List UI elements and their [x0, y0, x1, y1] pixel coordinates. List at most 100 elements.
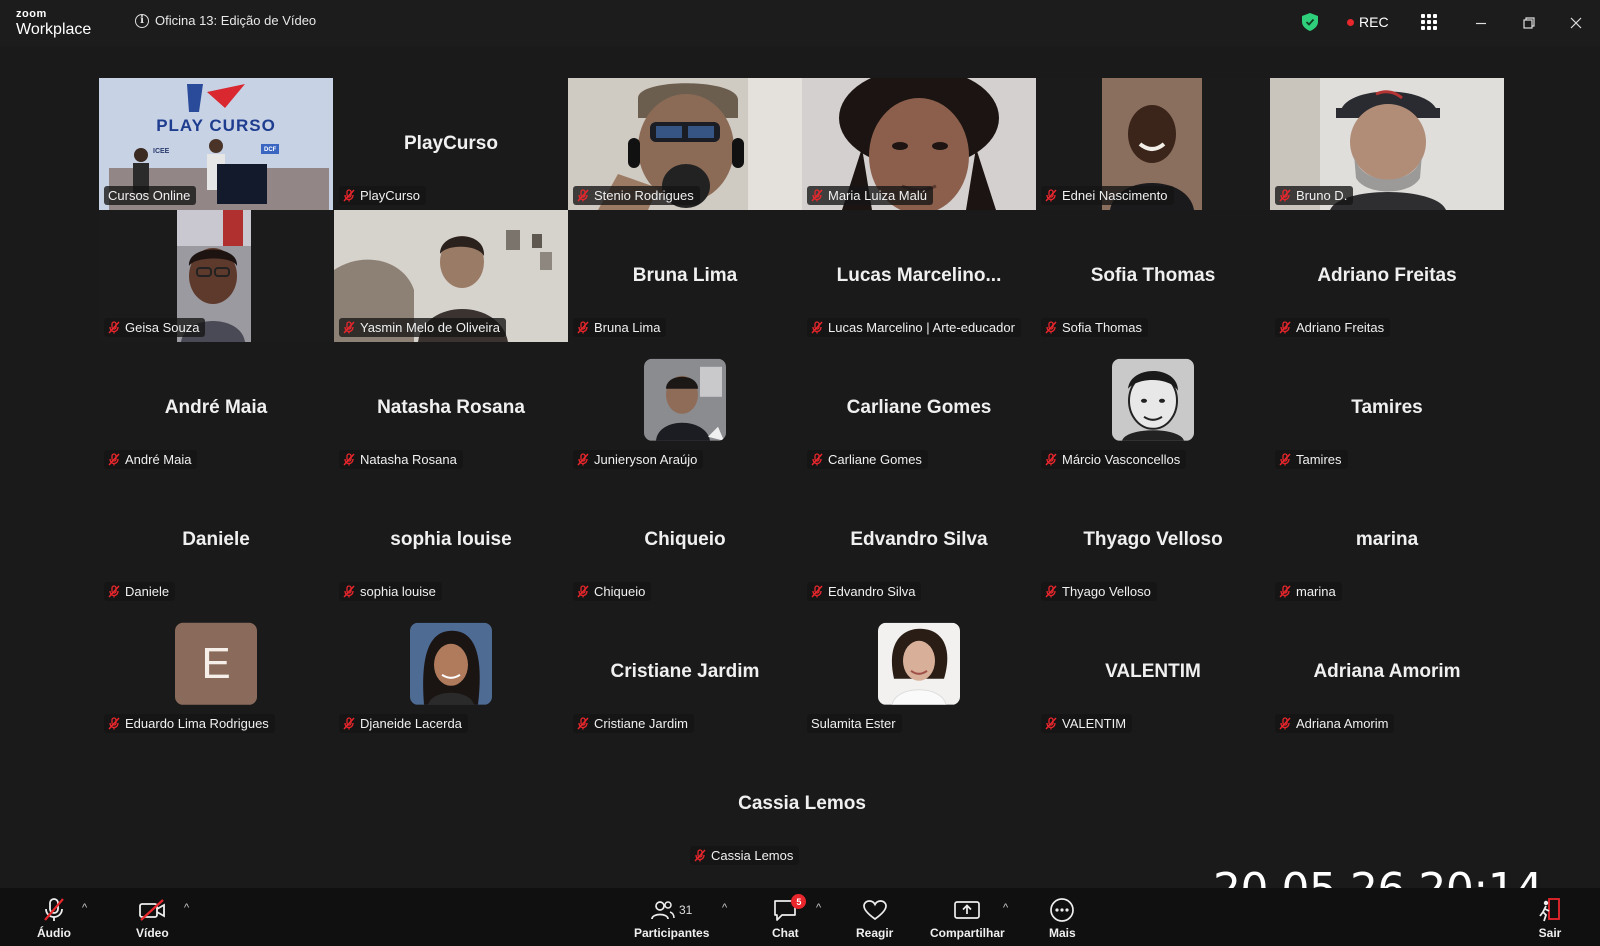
- muted-mic-icon: [811, 189, 823, 202]
- muted-mic-icon: [577, 717, 589, 730]
- participant-name: Natasha Rosana: [360, 452, 457, 467]
- participant-tile[interactable]: Junieryson Araújo: [568, 342, 802, 474]
- participant-name-label: Carliane Gomes: [807, 450, 928, 469]
- chat-button[interactable]: 5 Chat: [772, 894, 807, 940]
- react-label: Reagir: [856, 926, 894, 940]
- participant-tile[interactable]: Bruna Lima Bruna Lima: [568, 210, 802, 342]
- minimize-button[interactable]: [1468, 10, 1494, 36]
- muted-mic-icon: [577, 585, 589, 598]
- participant-tile[interactable]: Márcio Vasconcellos: [1036, 342, 1270, 474]
- participant-tile[interactable]: Maria Luiza Malú: [802, 78, 1036, 210]
- muted-mic-icon: [577, 189, 589, 202]
- participant-name: marina: [1296, 584, 1336, 599]
- participant-name: Yasmin Melo de Oliveira: [360, 320, 500, 335]
- audio-options-chevron-icon[interactable]: ^: [82, 902, 87, 914]
- participant-name-label: Djaneide Lacerda: [339, 714, 468, 733]
- muted-mic-icon: [694, 849, 706, 862]
- participant-tile[interactable]: Stenio Rodrigues: [568, 78, 802, 210]
- restore-button[interactable]: [1516, 10, 1542, 36]
- participant-tile[interactable]: André Maia André Maia: [99, 342, 333, 474]
- more-button[interactable]: Mais: [1049, 896, 1076, 940]
- video-button[interactable]: Vídeo: [136, 896, 169, 940]
- audio-button[interactable]: Áudio: [37, 896, 71, 940]
- participant-tile[interactable]: Thyago Velloso Thyago Velloso: [1036, 474, 1270, 606]
- participant-tile[interactable]: Natasha Rosana Natasha Rosana: [334, 342, 568, 474]
- participant-name-label: Adriana Amorim: [1275, 714, 1395, 733]
- leave-button[interactable]: Sair: [1537, 896, 1563, 940]
- participant-name: Djaneide Lacerda: [360, 716, 462, 731]
- participant-name-label: Geisa Souza: [104, 318, 206, 337]
- apps-grid-icon[interactable]: [1421, 14, 1437, 30]
- avatar: [1112, 358, 1194, 441]
- participant-tile[interactable]: sophia louise sophia louise: [334, 474, 568, 606]
- react-button[interactable]: Reagir: [856, 896, 893, 940]
- participant-name-label: Tamires: [1275, 450, 1348, 469]
- participant-tile[interactable]: Sofia Thomas Sofia Thomas: [1036, 210, 1270, 342]
- more-dots-icon: [1049, 896, 1075, 924]
- participant-name: Carliane Gomes: [828, 452, 922, 467]
- recording-indicator[interactable]: REC: [1347, 14, 1389, 30]
- participant-tile[interactable]: Sulamita Ester: [802, 606, 1036, 738]
- participant-name-label: André Maia: [104, 450, 198, 469]
- participants-label: Participantes: [634, 926, 710, 940]
- video-off-icon: [138, 896, 166, 924]
- participant-tile[interactable]: PLAY CURSO ICEE DCF Cursos Online: [99, 78, 333, 210]
- participants-options-chevron-icon[interactable]: ^: [722, 902, 727, 914]
- participant-tile[interactable]: E Eduardo Lima Rodrigues: [99, 606, 333, 738]
- share-screen-icon: [953, 896, 981, 924]
- participant-tile[interactable]: Carliane Gomes Carliane Gomes: [802, 342, 1036, 474]
- participant-tile[interactable]: Tamires Tamires: [1270, 342, 1504, 474]
- participant-tile[interactable]: PlayCurso PlayCurso: [334, 78, 568, 210]
- participant-tile[interactable]: Ednei Nascimento: [1036, 78, 1270, 210]
- share-screen-button[interactable]: Compartilhar: [930, 896, 1005, 940]
- share-options-chevron-icon[interactable]: ^: [1003, 902, 1008, 914]
- participant-name: Sulamita Ester: [811, 716, 896, 731]
- muted-mic-icon: [108, 321, 120, 334]
- meeting-toolbar: Áudio ^ Vídeo ^ 31 Participantes ^ 5 Cha…: [0, 888, 1600, 946]
- participant-name-label: Natasha Rosana: [339, 450, 463, 469]
- participant-display-name: Lucas Marcelino...: [836, 265, 1002, 286]
- video-options-chevron-icon[interactable]: ^: [184, 902, 189, 914]
- participant-display-name: sophia louise: [390, 529, 512, 550]
- logo-brand-top: zoom: [16, 8, 47, 20]
- avatar: [644, 358, 726, 441]
- participant-tile[interactable]: Yasmin Melo de Oliveira: [334, 210, 568, 342]
- participant-name-label: Bruna Lima: [573, 318, 667, 337]
- participant-tile[interactable]: Bruno D.: [1270, 78, 1504, 210]
- participants-button[interactable]: 31 Participantes: [634, 896, 709, 940]
- participant-name-label: Adriano Freitas: [1275, 318, 1391, 337]
- participant-tile[interactable]: Adriano Freitas Adriano Freitas: [1270, 210, 1504, 342]
- participant-name: sophia louise: [360, 584, 436, 599]
- participant-display-name: Carliane Gomes: [846, 397, 992, 418]
- participants-icon: [651, 901, 675, 920]
- participant-tile[interactable]: Lucas Marcelino... Lucas Marcelino | Arte…: [802, 210, 1036, 342]
- muted-mic-icon: [811, 453, 823, 466]
- muted-mic-icon: [1279, 717, 1291, 730]
- playcurso-badge-left: ICEE: [153, 148, 170, 155]
- participant-tile[interactable]: VALENTIM VALENTIM: [1036, 606, 1270, 738]
- close-button[interactable]: [1563, 10, 1589, 36]
- participant-tile[interactable]: Adriana Amorim Adriana Amorim: [1270, 606, 1504, 738]
- participant-name-label: Sulamita Ester: [807, 714, 902, 733]
- muted-mic-icon: [108, 585, 120, 598]
- rec-label: REC: [1359, 14, 1389, 30]
- logo-brand-bottom: Workplace: [16, 21, 92, 38]
- participant-tile[interactable]: marina marina: [1270, 474, 1504, 606]
- meeting-info[interactable]: i Oficina 13: Edição de Vídeo: [135, 13, 316, 28]
- chat-options-chevron-icon[interactable]: ^: [816, 902, 821, 914]
- participant-tile[interactable]: Daniele Daniele: [99, 474, 333, 606]
- participant-tile[interactable]: Chiqueio Chiqueio: [568, 474, 802, 606]
- participant-tile[interactable]: Djaneide Lacerda: [334, 606, 568, 738]
- participant-tile[interactable]: Edvandro Silva Edvandro Silva: [802, 474, 1036, 606]
- participant-name-label: sophia louise: [339, 582, 442, 601]
- info-icon[interactable]: i: [135, 13, 149, 28]
- participant-tile[interactable]: Cristiane Jardim Cristiane Jardim: [568, 606, 802, 738]
- participant-name: Junieryson Araújo: [594, 452, 698, 467]
- muted-mic-icon: [1279, 585, 1291, 598]
- muted-mic-icon: [108, 717, 120, 730]
- participant-name-label: Junieryson Araújo: [573, 450, 704, 469]
- encryption-shield-icon[interactable]: [1302, 13, 1318, 36]
- participant-name-label: Daniele: [104, 582, 176, 601]
- participant-tile[interactable]: Geisa Souza: [99, 210, 333, 342]
- participant-tile[interactable]: Cassia Lemos Cassia Lemos: [685, 738, 919, 870]
